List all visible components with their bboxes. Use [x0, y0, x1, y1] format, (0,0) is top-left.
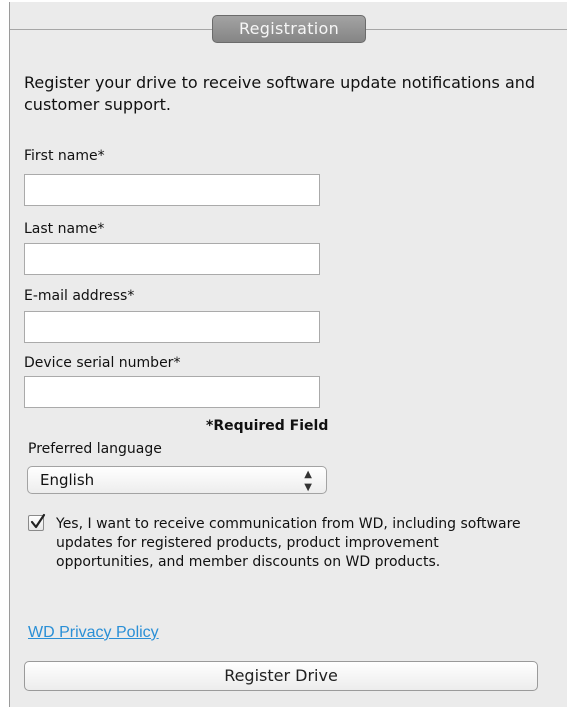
consent-text: Yes, I want to receive communication fro…: [56, 516, 521, 570]
last-name-label: Last name*: [24, 221, 105, 237]
language-select-value: English: [40, 471, 95, 489]
consent-checkbox[interactable]: [28, 513, 46, 531]
first-name-label: First name*: [24, 148, 105, 164]
privacy-policy-link[interactable]: WD Privacy Policy: [28, 624, 159, 642]
email-field[interactable]: [24, 311, 320, 343]
checkmark-icon: [30, 513, 46, 529]
serial-number-label: Device serial number*: [24, 355, 181, 371]
first-name-field[interactable]: [24, 174, 320, 206]
last-name-field[interactable]: [24, 243, 320, 275]
register-drive-button[interactable]: Register Drive: [24, 661, 538, 691]
updown-arrows-icon: ▲ ▼: [304, 469, 312, 493]
serial-number-field[interactable]: [24, 376, 320, 408]
tab-registration[interactable]: Registration: [212, 15, 366, 43]
preferred-language-label: Preferred language: [28, 441, 162, 457]
language-select[interactable]: English ▲ ▼: [27, 466, 327, 494]
intro-text: Register your drive to receive software …: [24, 73, 536, 114]
required-field-note: *Required Field: [206, 418, 329, 434]
email-label: E-mail address*: [24, 288, 135, 304]
registration-panel: Registration Register your drive to rece…: [9, 2, 567, 707]
